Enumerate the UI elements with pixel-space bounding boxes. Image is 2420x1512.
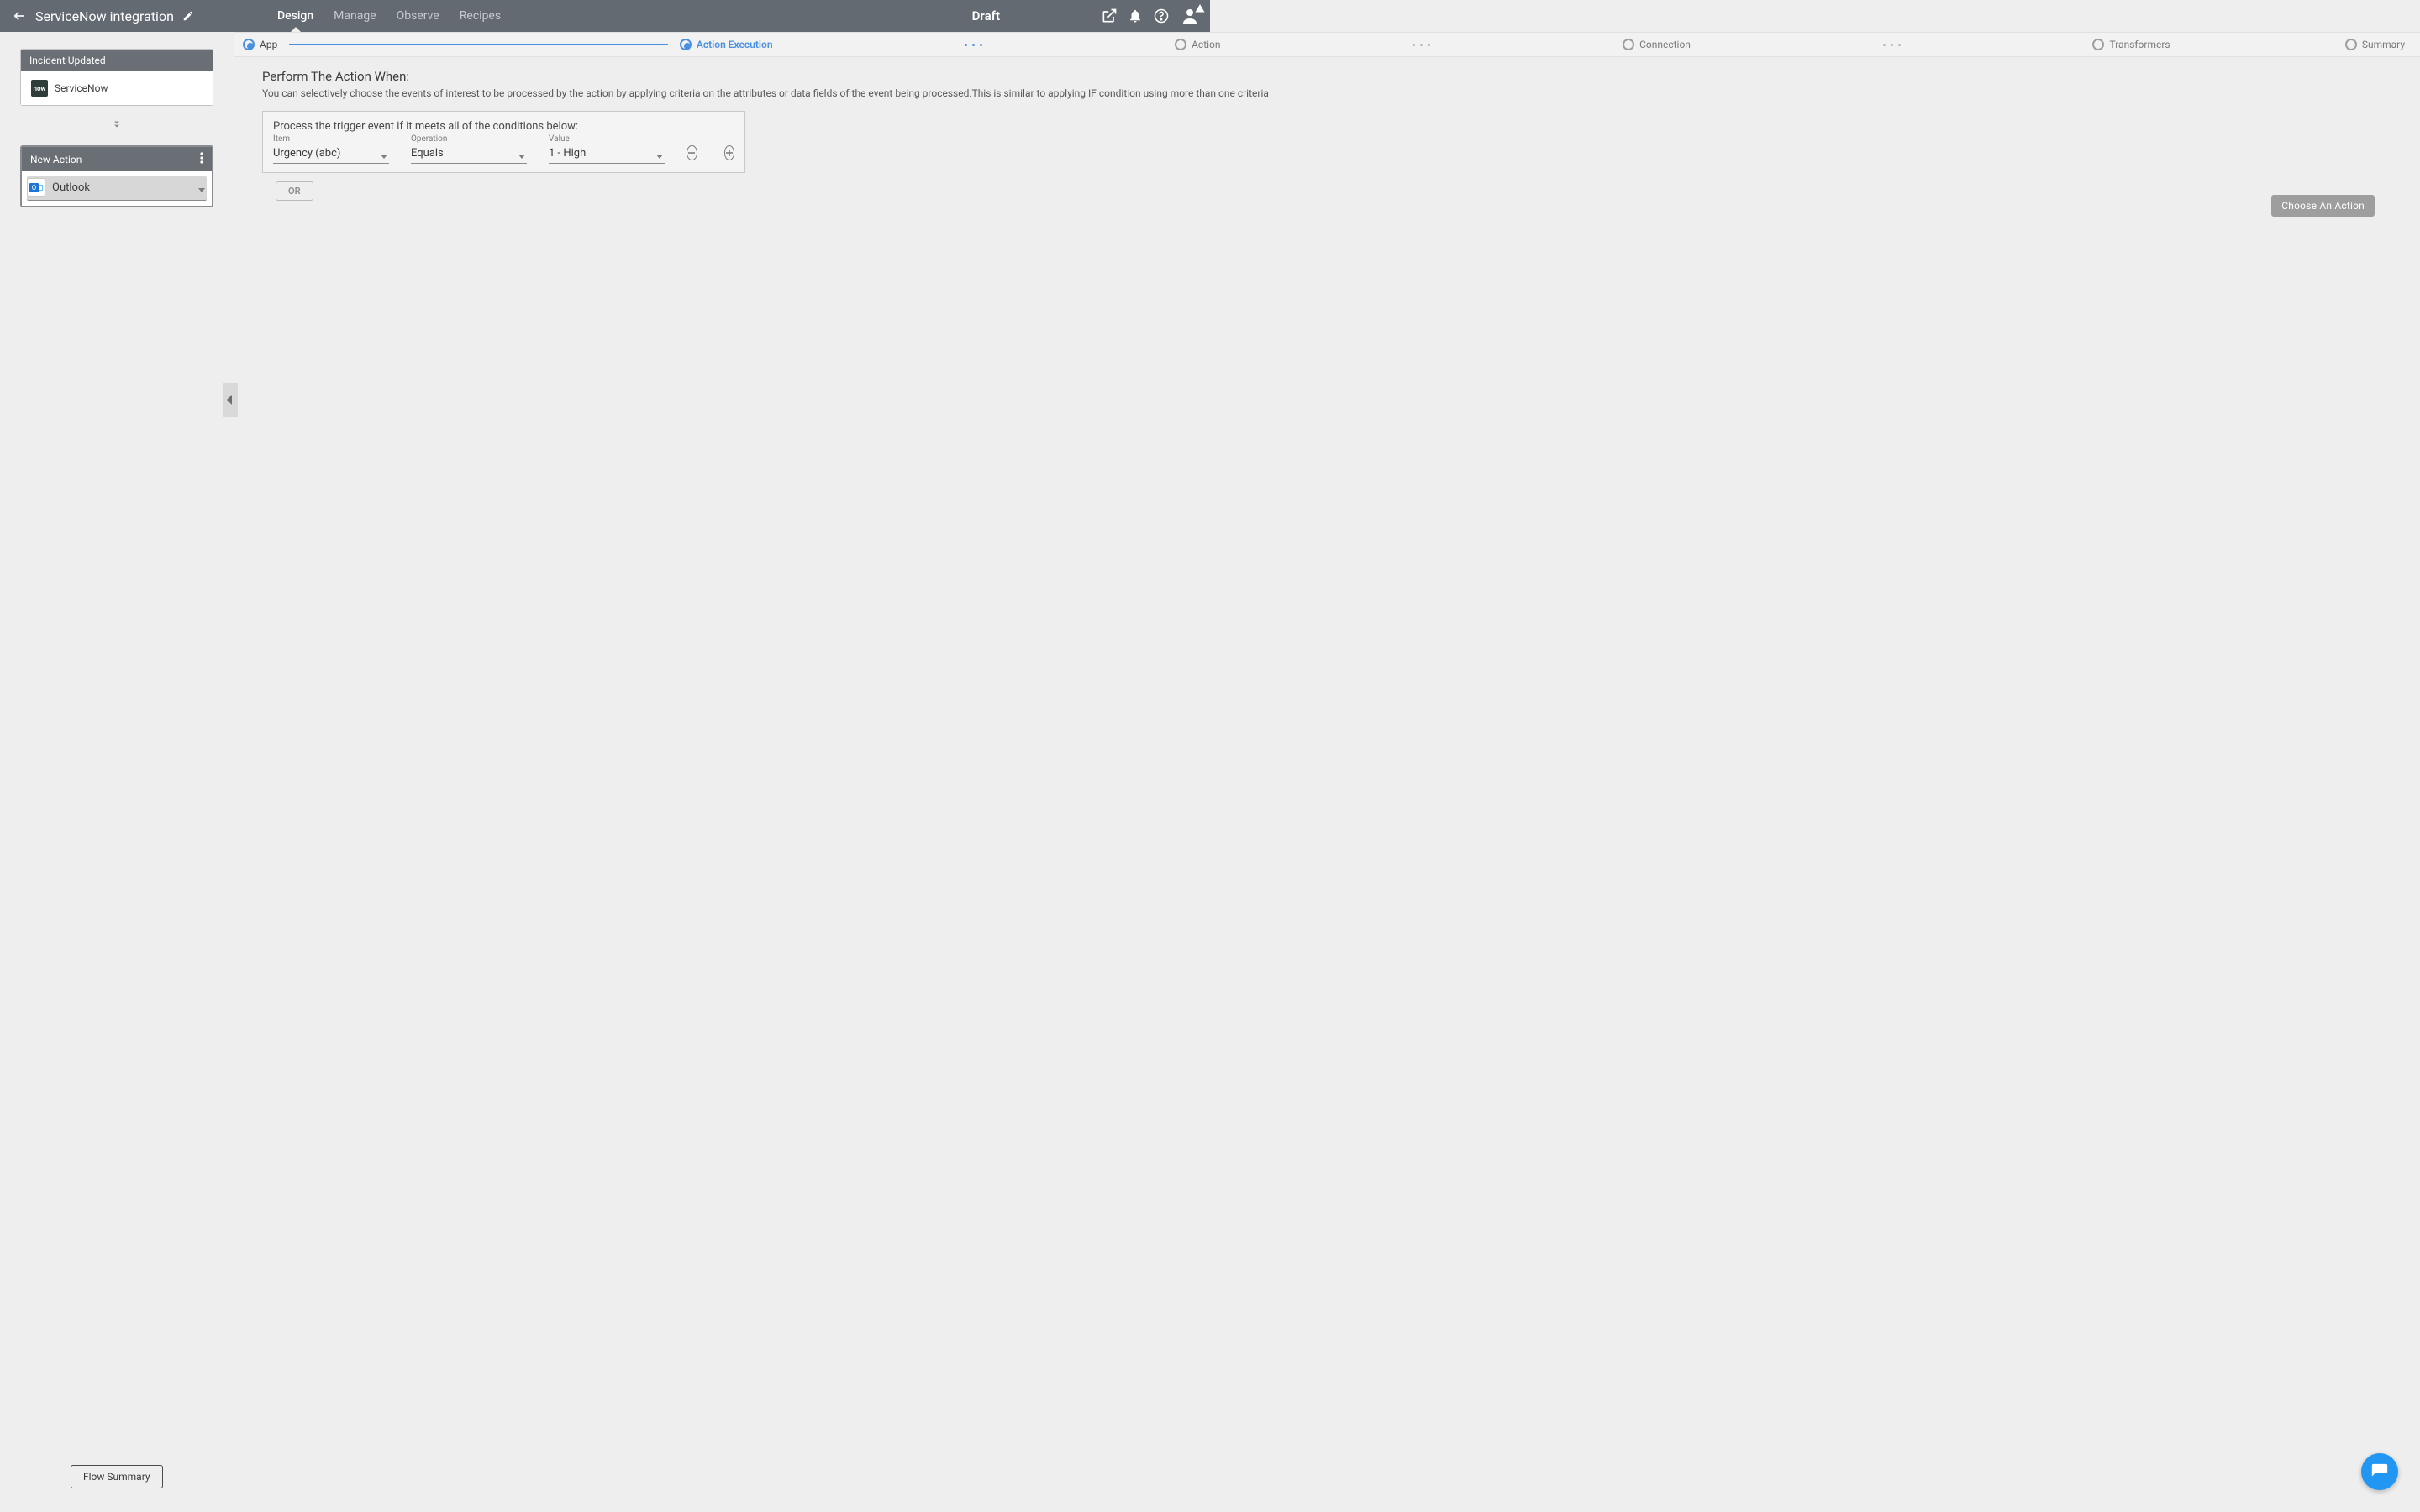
step-radio-icon [1623,39,1634,50]
section-description: You can selectively choose the events of… [262,87,2420,99]
tab-observe[interactable]: Observe [397,0,439,32]
trigger-card-title: Incident Updated [21,50,213,71]
sidebar: Incident Updated now ServiceNow New Acti… [0,32,234,1512]
or-button[interactable]: OR [276,181,313,201]
value-label: Value [549,134,665,144]
step-separator [1233,44,1612,46]
item-label: Item [273,134,389,144]
expand-chevrons-icon[interactable] [20,118,213,134]
step-radio-icon [680,39,692,50]
trigger-app-row[interactable]: now ServiceNow [26,76,208,100]
action-card[interactable]: New Action O Outlook [20,145,213,207]
status-draft: Draft [972,0,1000,32]
step-transformers[interactable]: Transformers [2092,39,2170,50]
step-separator [1702,44,2081,46]
topbar: ServiceNow integration Design Manage Obs… [0,0,1210,32]
step-connection[interactable]: Connection [1623,39,1691,50]
condition-box: Process the trigger event if it meets al… [262,111,745,173]
step-app[interactable]: App [243,39,277,50]
step-radio-icon [1175,39,1186,50]
back-icon[interactable] [12,8,27,24]
tab-manage[interactable]: Manage [334,0,376,32]
remove-condition-button[interactable] [687,145,697,160]
tab-design[interactable]: Design [277,0,313,32]
top-tabs: Design Manage Observe Recipes [277,0,501,32]
condition-lead: Process the trigger event if it meets al… [273,120,734,133]
step-separator [785,44,1164,46]
chat-fab[interactable] [2361,1453,2398,1490]
step-radio-icon [2345,39,2357,50]
step-separator [289,44,668,45]
action-app-row[interactable]: O Outlook [27,176,207,201]
tab-recipes[interactable]: Recipes [460,0,501,32]
operation-label: Operation [411,134,527,144]
step-action-execution[interactable]: Action Execution [680,39,773,50]
page-title: ServiceNow integration [35,8,174,24]
bell-icon[interactable] [1128,8,1143,24]
warning-icon [1195,3,1205,17]
open-external-icon[interactable] [1101,8,1118,24]
action-card-header: New Action [22,147,212,171]
flow-summary-button[interactable]: Flow Summary [71,1465,163,1488]
collapse-sidebar-button[interactable] [223,383,238,417]
add-condition-button[interactable] [724,145,735,160]
operation-select[interactable]: Equals [411,145,527,164]
servicenow-icon: now [31,80,48,97]
step-bar: App Action Execution Action Connection T… [234,32,2420,57]
edit-icon[interactable] [182,10,194,22]
step-radio-icon [243,39,255,50]
main-content: Perform The Action When: You can selecti… [234,57,2420,1512]
step-radio-icon [2092,39,2104,50]
item-select[interactable]: Urgency (abc) [273,145,389,164]
step-action[interactable]: Action [1175,39,1220,50]
outlook-icon: O [27,178,45,197]
section-heading: Perform The Action When: [262,69,2420,84]
trigger-card[interactable]: Incident Updated now ServiceNow [20,49,213,106]
value-select[interactable]: 1 - High [549,145,665,164]
choose-action-button[interactable]: Choose An Action [2271,195,2375,217]
step-summary[interactable]: Summary [2345,39,2405,50]
kebab-icon[interactable] [200,152,203,166]
action-card-title: New Action [30,154,82,165]
action-app-label: Outlook [52,181,90,194]
trigger-app-label: ServiceNow [55,82,108,94]
help-icon[interactable] [1153,8,1170,24]
account-icon[interactable] [1180,6,1200,26]
